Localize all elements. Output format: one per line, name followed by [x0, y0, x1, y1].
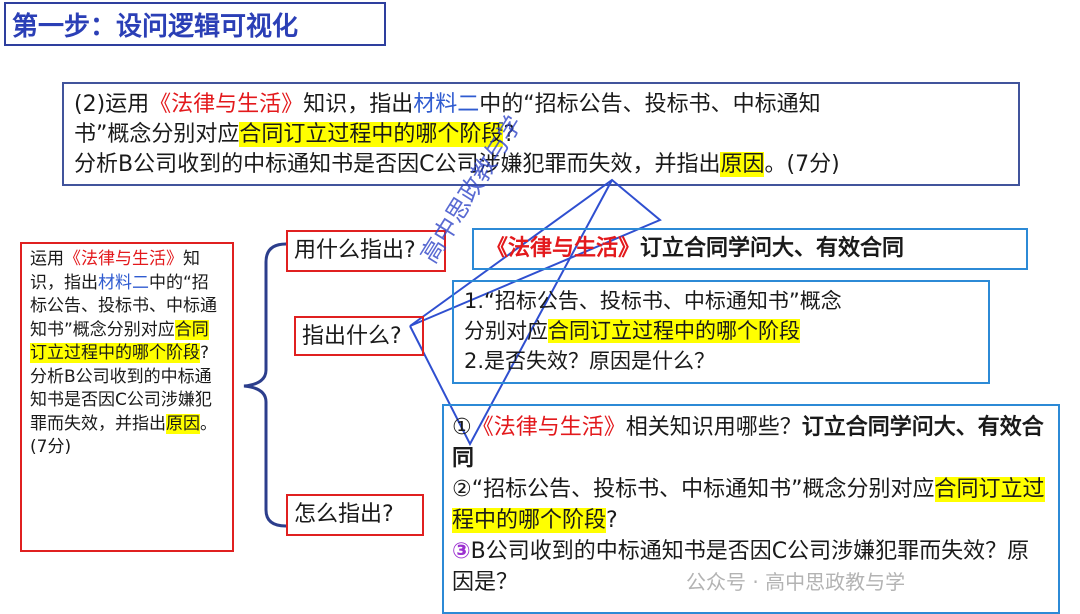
circled-one-icon: ①: [452, 415, 472, 440]
how-item-2: ②“招标公告、投标书、中标通知书”概念分别对应合同订立过程中的哪个阶段?: [452, 477, 1045, 533]
answer-what-to-use: 《法律与生活》订立合同学问大、有效合同: [472, 228, 1028, 270]
how-to-point-label: 怎么指出?: [286, 494, 424, 536]
book-title: 《法律与生活》: [64, 249, 183, 269]
watermark-footer: 公众号 · 高中思政教与学: [686, 570, 906, 594]
left-question-panel: 运用《法律与生活》知识，指出材料二中的“招标公告、投标书、中标通知书”概念分别对…: [20, 242, 234, 552]
book-title: 《法律与生活》: [471, 415, 626, 440]
highlight-reason: 原因: [166, 413, 200, 434]
circled-two-icon: ②: [452, 477, 472, 502]
what-to-point-label: 指出什么?: [294, 316, 424, 356]
how-item-1: ①《法律与生活》相关知识用哪些？订立合同学问大、有效合同: [452, 415, 1044, 471]
material-ref: 材料二: [98, 272, 149, 293]
bracket-connector: [243, 242, 287, 528]
highlight-stage: 合同订立过程中的哪个阶段: [548, 319, 800, 343]
answer-what-to-point: 1.“招标公告、投标书、中标通知书”概念 分别对应合同订立过程中的哪个阶段 2.…: [452, 280, 990, 384]
circled-three-icon: ③: [452, 539, 471, 564]
book-title: 《法律与生活》: [486, 236, 641, 261]
